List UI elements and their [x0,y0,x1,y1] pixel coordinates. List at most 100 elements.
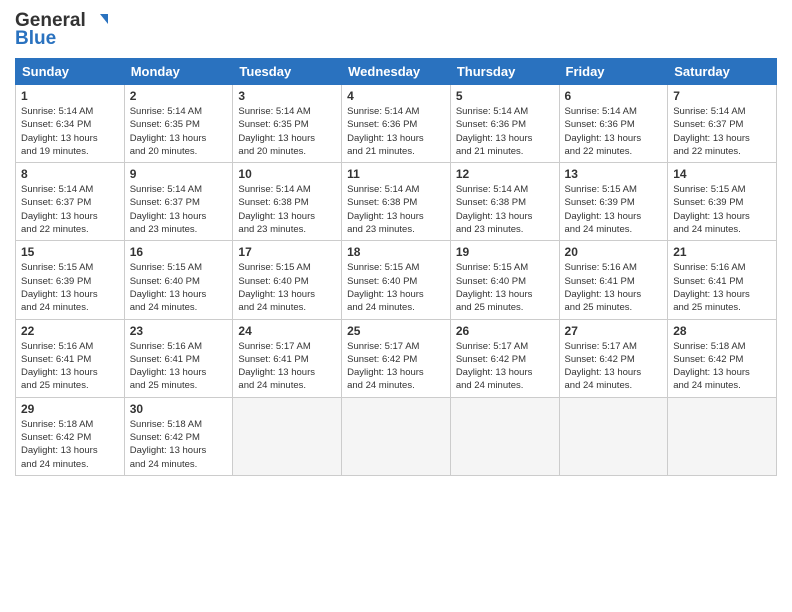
calendar: SundayMondayTuesdayWednesdayThursdayFrid… [15,58,777,476]
sunset-text: Sunset: 6:41 PM [21,354,91,365]
day-info: Sunrise: 5:17 AMSunset: 6:42 PMDaylight:… [565,340,663,393]
sunset-text: Sunset: 6:37 PM [130,197,200,208]
daylight-minutes-value: and 24 minutes. [347,302,415,313]
sunrise-text: Sunrise: 5:18 AM [673,341,745,352]
day-info: Sunrise: 5:14 AMSunset: 6:37 PMDaylight:… [21,183,119,236]
day-info: Sunrise: 5:18 AMSunset: 6:42 PMDaylight:… [21,418,119,471]
sunset-text: Sunset: 6:39 PM [673,197,743,208]
day-number: 22 [21,324,119,338]
sunset-text: Sunset: 6:37 PM [21,197,91,208]
day-number: 26 [456,324,554,338]
calendar-cell: 9Sunrise: 5:14 AMSunset: 6:37 PMDaylight… [124,163,233,241]
calendar-cell: 6Sunrise: 5:14 AMSunset: 6:36 PMDaylight… [559,85,668,163]
sunset-text: Sunset: 6:40 PM [347,276,417,287]
day-info: Sunrise: 5:14 AMSunset: 6:35 PMDaylight:… [130,105,228,158]
daylight-minutes-value: and 24 minutes. [565,380,633,391]
calendar-cell: 12Sunrise: 5:14 AMSunset: 6:38 PMDayligh… [450,163,559,241]
calendar-cell: 25Sunrise: 5:17 AMSunset: 6:42 PMDayligh… [342,319,451,397]
weekday-header-thursday: Thursday [450,59,559,85]
day-number: 5 [456,89,554,103]
day-number: 21 [673,245,771,259]
calendar-cell: 2Sunrise: 5:14 AMSunset: 6:35 PMDaylight… [124,85,233,163]
day-number: 8 [21,167,119,181]
day-number: 1 [21,89,119,103]
sunrise-text: Sunrise: 5:14 AM [565,106,637,117]
weekday-header-tuesday: Tuesday [233,59,342,85]
week-row-4: 22 Sunrise: 5:16 AM Sunset: 6:41 PM Dayligh… [16,319,777,397]
calendar-cell: 28Sunrise: 5:18 AMSunset: 6:42 PMDayligh… [668,319,777,397]
daylight-hours-label: Daylight: 13 hours [456,367,533,378]
sunset-text: Sunset: 6:38 PM [238,197,308,208]
day-info: Sunrise: 5:17 AM Sunset: 6:42 PM Daylight:… [456,340,554,393]
daylight-hours-label: Daylight: 13 hours [238,211,315,222]
sunrise-text: Sunrise: 5:14 AM [21,184,93,195]
sunrise-text: Sunrise: 5:14 AM [456,106,528,117]
sunset-text: Sunset: 6:41 PM [565,276,635,287]
sunset-text: Sunset: 6:42 PM [347,354,417,365]
weekday-header-wednesday: Wednesday [342,59,451,85]
day-number: 15 [21,245,119,259]
daylight-minutes-value: and 21 minutes. [456,146,524,157]
sunrise-text: Sunrise: 5:15 AM [347,262,419,273]
sunrise-text: Sunrise: 5:16 AM [130,341,202,352]
sunrise-text: Sunrise: 5:15 AM [456,262,528,273]
calendar-cell: 8Sunrise: 5:14 AMSunset: 6:37 PMDaylight… [16,163,125,241]
daylight-minutes-value: and 21 minutes. [347,146,415,157]
day-info: Sunrise: 5:16 AMSunset: 6:41 PMDaylight:… [673,261,771,314]
daylight-hours-label: Daylight: 13 hours [565,211,642,222]
calendar-cell: 19Sunrise: 5:15 AMSunset: 6:40 PMDayligh… [450,241,559,319]
day-number: 10 [238,167,336,181]
daylight-hours-label: Daylight: 13 hours [130,211,207,222]
day-number: 18 [347,245,445,259]
daylight-minutes-value: and 24 minutes. [238,302,306,313]
calendar-cell: 20Sunrise: 5:16 AMSunset: 6:41 PMDayligh… [559,241,668,319]
day-number: 16 [130,245,228,259]
sunrise-text: Sunrise: 5:16 AM [21,341,93,352]
calendar-cell [233,397,342,475]
weekday-header-row: SundayMondayTuesdayWednesdayThursdayFrid… [16,59,777,85]
calendar-cell: 24Sunrise: 5:17 AMSunset: 6:41 PMDayligh… [233,319,342,397]
day-info: Sunrise: 5:15 AM Sunset: 6:40 PM Daylight:… [347,261,445,314]
sunrise-text: Sunrise: 5:17 AM [456,341,528,352]
sunset-text: Sunset: 6:41 PM [130,354,200,365]
sunrise-text: Sunrise: 5:14 AM [130,184,202,195]
sunset-text: Sunset: 6:35 PM [130,119,200,130]
calendar-cell: 16Sunrise: 5:15 AMSunset: 6:40 PMDayligh… [124,241,233,319]
calendar-cell: 30Sunrise: 5:18 AMSunset: 6:42 PMDayligh… [124,397,233,475]
daylight-minutes-value: and 24 minutes. [565,224,633,235]
daylight-minutes-value: and 19 minutes. [21,146,89,157]
sunset-text: Sunset: 6:42 PM [565,354,635,365]
daylight-hours-label: Daylight: 13 hours [21,445,98,456]
calendar-cell: 7Sunrise: 5:14 AMSunset: 6:37 PMDaylight… [668,85,777,163]
weekday-header-friday: Friday [559,59,668,85]
daylight-minutes-value: and 25 minutes. [673,302,741,313]
daylight-hours-label: Daylight: 13 hours [673,289,750,300]
sunrise-text: Sunrise: 5:14 AM [130,106,202,117]
calendar-cell: 10Sunrise: 5:14 AMSunset: 6:38 PMDayligh… [233,163,342,241]
day-info: Sunrise: 5:15 AMSunset: 6:39 PMDaylight:… [21,261,119,314]
day-number: 12 [456,167,554,181]
logo-blue: Blue [15,28,56,50]
daylight-minutes-value: and 25 minutes. [456,302,524,313]
day-info: Sunrise: 5:16 AMSunset: 6:41 PMDaylight:… [21,340,119,393]
sunset-text: Sunset: 6:38 PM [456,197,526,208]
daylight-hours-label: Daylight: 13 hours [456,289,533,300]
daylight-minutes-value: and 24 minutes. [673,380,741,391]
daylight-minutes-value: and 23 minutes. [238,224,306,235]
day-info: Sunrise: 5:16 AMSunset: 6:41 PMDaylight:… [130,340,228,393]
day-info: Sunrise: 5:14 AMSunset: 6:36 PMDaylight:… [565,105,663,158]
daylight-hours-label: Daylight: 13 hours [347,289,424,300]
daylight-minutes-value: and 24 minutes. [456,380,524,391]
day-info: Sunrise: 5:15 AMSunset: 6:39 PMDaylight:… [673,183,771,236]
calendar-cell: 13Sunrise: 5:15 AMSunset: 6:39 PMDayligh… [559,163,668,241]
sunrise-text: Sunrise: 5:14 AM [347,184,419,195]
sunset-text: Sunset: 6:38 PM [347,197,417,208]
daylight-hours-label: Daylight: 13 hours [347,133,424,144]
week-row-3: 15 Sunrise: 5:15 AMSunset: 6:39 PMDayligh… [16,241,777,319]
daylight-minutes-value: and 23 minutes. [347,224,415,235]
daylight-minutes-value: and 22 minutes. [565,146,633,157]
sunset-text: Sunset: 6:42 PM [456,354,526,365]
day-info: Sunrise: 5:15 AMSunset: 6:40 PMDaylight:… [238,261,336,314]
day-number: 3 [238,89,336,103]
sunrise-text: Sunrise: 5:18 AM [130,419,202,430]
